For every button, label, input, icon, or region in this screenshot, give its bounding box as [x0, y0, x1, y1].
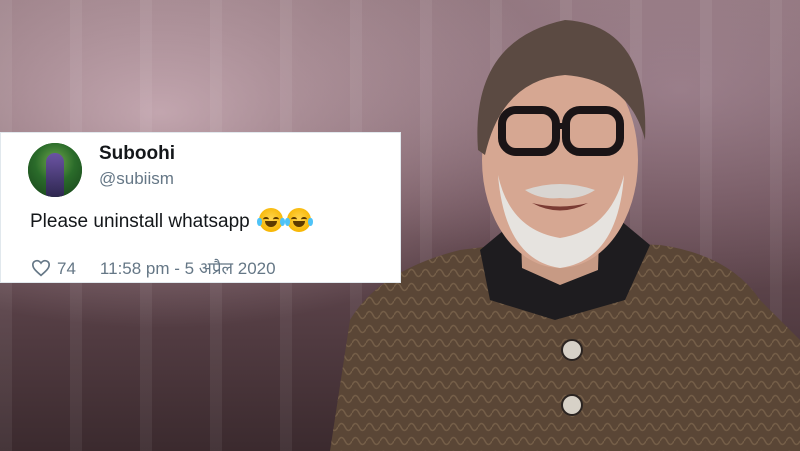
user-handle[interactable]: @subiism [99, 169, 174, 189]
like-count: 74 [57, 259, 76, 278]
tweet-meta: 74 11:58 pm - 5 अप्रैल 2020 [31, 256, 276, 282]
face-with-tears-of-joy-icon [256, 208, 285, 232]
heart-icon[interactable] [31, 259, 51, 282]
timestamp[interactable]: 11:58 pm - 5 अप्रैल 2020 [100, 259, 276, 278]
tweet-text: Please uninstall whatsapp [30, 208, 313, 233]
tweet-card[interactable]: Suboohi @subiism Please uninstall whatsa… [0, 132, 401, 283]
tweet-text-content: Please uninstall whatsapp [30, 211, 250, 232]
avatar[interactable] [28, 143, 82, 197]
display-name[interactable]: Suboohi [99, 143, 175, 165]
face-with-tears-of-joy-icon [284, 208, 313, 232]
